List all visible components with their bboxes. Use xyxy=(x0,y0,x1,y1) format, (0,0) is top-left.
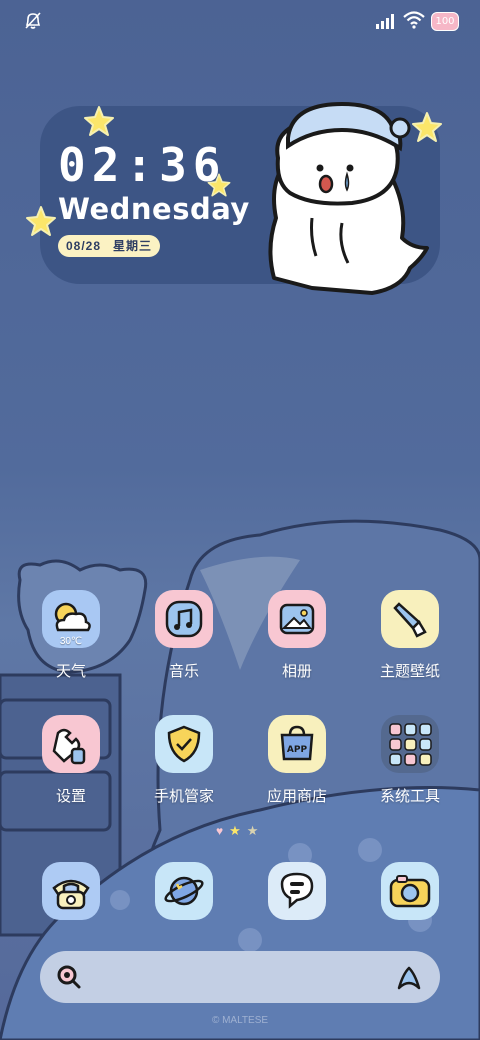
voice-assistant-icon[interactable] xyxy=(395,964,423,992)
app-label: 音乐 xyxy=(168,662,199,680)
dock-messages[interactable] xyxy=(268,862,326,920)
paintbrush-icon[interactable] xyxy=(381,590,439,648)
app-store[interactable]: APP 应用商店 xyxy=(252,715,342,806)
app-settings[interactable]: 设置 xyxy=(26,715,116,806)
weather-temperature: 30℃ xyxy=(59,636,83,647)
tools-icon xyxy=(52,728,86,765)
music-icon[interactable] xyxy=(155,590,213,648)
app-folder-system-tools[interactable]: 系统工具 xyxy=(365,715,455,806)
battery-indicator: 100 xyxy=(431,12,459,31)
signal-icon xyxy=(376,14,394,29)
app-gallery[interactable]: 相册 xyxy=(252,590,342,681)
star-icon xyxy=(207,173,231,197)
photo-icon xyxy=(279,603,315,635)
maltese-dog-illustration xyxy=(268,101,429,295)
app-music[interactable]: 音乐 xyxy=(139,590,229,681)
search-icon[interactable] xyxy=(55,963,83,991)
mute-bell-icon xyxy=(25,12,41,29)
date-text: 08/28 xyxy=(66,239,102,253)
date-pill: 08/28 星期三 xyxy=(58,235,161,257)
app-bag-icon[interactable]: APP xyxy=(268,715,326,773)
svg-text:APP: APP xyxy=(287,745,308,755)
star-icon xyxy=(84,106,114,136)
gallery-icon[interactable] xyxy=(268,590,326,648)
weather-icon[interactable]: 30℃ xyxy=(42,590,100,648)
app-weather[interactable]: 30℃ 天气 xyxy=(26,590,116,681)
wifi-icon xyxy=(403,11,425,29)
app-label: 应用商店 xyxy=(266,787,327,805)
folder-grid-icon xyxy=(389,723,432,766)
app-label: 主题壁纸 xyxy=(379,662,440,680)
note-icon xyxy=(165,600,203,638)
star-indicator-icon: ★ xyxy=(229,823,241,838)
shield-check-icon xyxy=(167,725,201,763)
app-security[interactable]: 手机管家 xyxy=(139,715,229,806)
brush-icon xyxy=(393,602,427,638)
status-bar: 100 xyxy=(0,0,480,40)
star-indicator-icon: ★ xyxy=(246,823,259,838)
dock-camera[interactable] xyxy=(381,862,439,920)
app-label: 相册 xyxy=(281,662,312,680)
watermark: © MALTESE xyxy=(211,1015,269,1026)
app-label: 手机管家 xyxy=(153,787,214,805)
app-themes[interactable]: 主题壁纸 xyxy=(365,590,455,681)
heart-indicator-icon: ♥ xyxy=(216,824,224,838)
planet-icon xyxy=(164,876,204,906)
weekday-text: 星期三 xyxy=(113,239,153,253)
telephone-icon xyxy=(52,879,90,910)
camera-icon xyxy=(389,875,431,908)
app-label: 设置 xyxy=(55,787,86,805)
search-bar[interactable] xyxy=(40,951,440,1003)
shield-icon[interactable] xyxy=(155,715,213,773)
star-icon xyxy=(26,206,56,236)
folder-icon[interactable] xyxy=(381,715,439,773)
wrench-icon[interactable] xyxy=(42,715,100,773)
clock-time: 02:36 xyxy=(58,138,227,192)
app-label: 天气 xyxy=(55,662,86,680)
store-bag-icon: APP xyxy=(280,725,314,761)
dock-phone[interactable] xyxy=(42,862,100,920)
chat-bubble-icon xyxy=(280,872,314,909)
app-label: 系统工具 xyxy=(379,787,440,805)
dock-browser[interactable] xyxy=(155,862,213,920)
page-indicator[interactable]: ♥ ★ ★ xyxy=(216,823,258,839)
